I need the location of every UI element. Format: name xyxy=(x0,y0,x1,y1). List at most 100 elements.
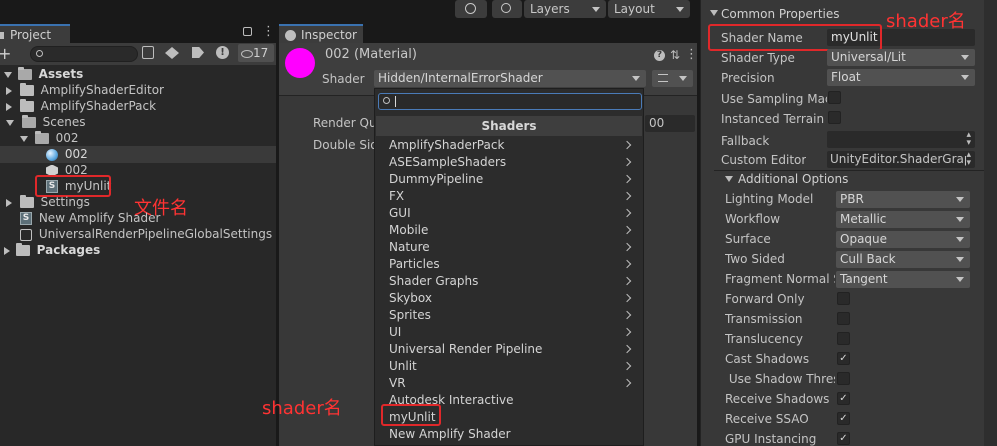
shader-menu-item[interactable]: AmplifyShaderPack xyxy=(389,137,504,154)
option-checkbox[interactable] xyxy=(837,312,850,325)
tree-item-folder-002[interactable]: 002 xyxy=(20,130,79,147)
tab-project[interactable]: Project xyxy=(0,24,70,43)
hidden-packages-icon[interactable]: 17 xyxy=(238,44,274,62)
tree-item-assets[interactable]: Assets xyxy=(4,66,83,83)
option-checkbox[interactable]: ✓ xyxy=(837,392,850,405)
tag-icon[interactable] xyxy=(192,47,204,58)
expand-arrow-icon[interactable] xyxy=(6,198,12,207)
search-button[interactable] xyxy=(492,0,522,18)
option-label: GPU Instancing xyxy=(725,432,817,446)
expand-arrow-icon[interactable] xyxy=(6,119,14,126)
foldout-arrow-icon[interactable] xyxy=(710,10,718,16)
shader-menu-item[interactable]: GUI xyxy=(389,205,411,222)
history-button[interactable] xyxy=(455,0,487,18)
tree-item-amplify-pack[interactable]: AmplifyShaderPack xyxy=(6,98,156,115)
info-icon[interactable]: ! xyxy=(216,46,229,59)
option-dropdown[interactable]: PBR xyxy=(836,191,970,208)
tree-item-new-amplify[interactable]: S New Amplify Shader xyxy=(20,210,160,227)
expand-arrow-icon[interactable] xyxy=(20,135,28,142)
option-checkbox[interactable] xyxy=(837,332,850,345)
tree-item-002-material[interactable]: 002 xyxy=(0,146,276,163)
option-dropdown[interactable]: Metallic xyxy=(836,211,970,228)
option-label: Forward Only xyxy=(725,292,805,306)
text-cursor xyxy=(395,96,396,107)
shader-menu-item[interactable]: FX xyxy=(389,188,404,205)
shader-options-button[interactable] xyxy=(652,70,693,87)
option-label: Transmission xyxy=(725,312,803,326)
shader-menu-item[interactable]: Shader Graphs xyxy=(389,273,478,290)
option-label: Receive SSAO xyxy=(725,412,809,426)
precision-dropdown[interactable]: Float xyxy=(827,69,975,86)
option-label: Lighting Model xyxy=(725,192,814,206)
create-plus-icon[interactable]: + xyxy=(0,44,11,63)
shader-menu-item[interactable]: UI xyxy=(389,324,401,341)
kebab-menu-icon[interactable]: ⋮ xyxy=(262,25,275,39)
shader-menu-item[interactable]: Skybox xyxy=(389,290,432,307)
use-sampling-checkbox[interactable] xyxy=(828,91,841,104)
popup-header: Shaders xyxy=(376,116,642,136)
option-label: Cast Shadows xyxy=(725,352,810,366)
chevron-down-icon xyxy=(956,237,964,242)
option-checkbox[interactable] xyxy=(837,292,850,305)
search-by-type-icon[interactable] xyxy=(142,46,154,59)
custom-editor-field[interactable]: UnityEditor.ShaderGrap ▴ ▾ xyxy=(827,151,975,168)
section-divider xyxy=(714,170,984,171)
layers-dropdown[interactable]: Layers xyxy=(524,0,606,18)
shader-menu-item[interactable]: Particles xyxy=(389,256,440,273)
project-search-input[interactable] xyxy=(30,46,138,62)
shader-menu-item[interactable]: Mobile xyxy=(389,222,428,239)
shader-search-input[interactable] xyxy=(378,93,642,110)
shader-value: Hidden/InternalErrorShader xyxy=(378,71,543,85)
expand-arrow-icon[interactable] xyxy=(6,86,12,95)
instanced-terrain-checkbox[interactable] xyxy=(828,111,841,124)
option-checkbox[interactable] xyxy=(837,372,850,385)
option-checkbox[interactable]: ✓ xyxy=(837,412,850,425)
folder-icon xyxy=(34,131,49,144)
expand-arrow-icon[interactable] xyxy=(4,246,10,255)
shader-menu-item[interactable]: Unlit xyxy=(389,358,417,375)
tree-item-amplify-editor[interactable]: AmplifyShaderEditor xyxy=(6,82,164,99)
scrollbar[interactable] xyxy=(984,0,997,446)
tree-item-urp-settings[interactable]: UniversalRenderPipelineGlobalSettings xyxy=(20,226,272,243)
shader-menu-item[interactable]: Universal Render Pipeline xyxy=(389,341,542,358)
stepper-arrows-icon: ▴ ▾ xyxy=(966,130,971,148)
option-dropdown[interactable]: Tangent xyxy=(836,271,970,288)
expand-arrow-icon[interactable] xyxy=(6,102,12,111)
lock-icon[interactable] xyxy=(243,27,252,36)
chevron-right-icon xyxy=(622,378,632,388)
option-dropdown[interactable]: Cull Back xyxy=(836,251,970,268)
shader-menu-item[interactable]: New Amplify Shader xyxy=(389,426,511,443)
shader-menu-item[interactable]: Nature xyxy=(389,239,430,256)
preset-sliders-icon[interactable]: ⇅ xyxy=(670,48,680,62)
shader-menu-item[interactable]: ASESampleShaders xyxy=(389,154,506,171)
additional-options-header: Additional Options xyxy=(738,172,849,186)
list-icon xyxy=(658,74,668,82)
shader-type-dropdown[interactable]: Universal/Lit xyxy=(827,49,975,66)
kebab-menu-icon[interactable]: ⋮ xyxy=(685,47,698,62)
highlight-box-popup xyxy=(381,404,441,426)
tree-item-packages[interactable]: Packages xyxy=(4,242,100,259)
expand-arrow-icon[interactable] xyxy=(4,71,12,78)
layout-dropdown[interactable]: Layout xyxy=(608,0,690,18)
precision-label: Precision xyxy=(721,71,775,85)
tree-item-scenes[interactable]: Scenes xyxy=(6,114,86,131)
shader-menu-item[interactable]: VR xyxy=(389,375,406,392)
chevron-down-icon xyxy=(956,217,964,222)
fallback-field[interactable]: ▴ ▾ xyxy=(827,131,975,148)
tree-item-settings[interactable]: Settings xyxy=(6,194,90,211)
option-checkbox[interactable]: ✓ xyxy=(837,352,850,365)
foldout-arrow-icon[interactable] xyxy=(725,176,733,182)
render-queue-field[interactable]: 00 xyxy=(645,115,695,132)
history-icon xyxy=(465,3,476,14)
tab-inspector[interactable]: Inspector xyxy=(279,24,363,43)
shader-menu-item[interactable]: Sprites xyxy=(389,307,431,324)
shader-menu-item[interactable]: DummyPipeline xyxy=(389,171,483,188)
option-dropdown[interactable]: Opaque xyxy=(836,231,970,248)
help-icon[interactable]: ? xyxy=(654,50,665,61)
project-panel: Project ⋮ + ! 17 Assets AmplifyShaderEdi… xyxy=(0,24,276,446)
search-by-label-icon[interactable] xyxy=(165,47,179,59)
shader-dropdown[interactable]: Hidden/InternalErrorShader xyxy=(374,70,646,87)
shader-popup-menu: Shaders AmplifyShaderPack ASESampleShader… xyxy=(374,88,644,446)
folder-icon xyxy=(17,67,32,80)
option-checkbox[interactable]: ✓ xyxy=(837,432,850,445)
